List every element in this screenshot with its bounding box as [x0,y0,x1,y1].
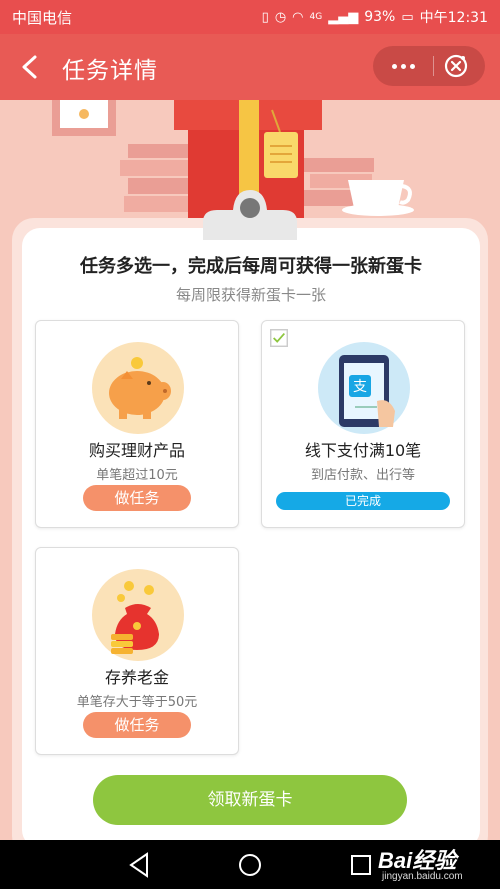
alipay-phone-icon: 支 [318,342,410,434]
money-bag-icon [92,569,184,661]
task-buy-wealth[interactable]: 购买理财产品 单笔超过10元 做任务 [35,320,239,528]
clock: 中午12:31 [419,10,488,26]
battery-percent: 93% [364,9,396,25]
status-bar: 中国电信 ▯ ◷ ◠ 4G ▂▄▆ 93% ▭ 中午12:31 [0,0,500,34]
baidu-jingyan-watermark: Bai经验 jingyan.baidu.com [378,843,463,882]
wifi-icon: ◠ [292,9,304,25]
back-icon[interactable] [18,54,42,80]
more-dots-icon[interactable] [373,46,433,86]
nav-home-icon[interactable] [238,853,262,877]
signal-icon: ▂▄▆ [328,9,359,25]
task-desc: 单笔超过10元 [96,468,178,483]
page-title: 任务详情 [62,58,158,84]
close-circle-icon[interactable] [443,53,469,79]
network-label: 4G [309,12,323,22]
vibrate-icon: ▯ [261,9,269,25]
task-title: 存养老金 [104,668,169,687]
battery-icon: ▭ [401,9,414,25]
nav-back-icon[interactable] [127,852,151,878]
task-title: 线下支付满10笔 [304,441,422,460]
completed-badge: 已完成 [276,492,450,510]
title-bar: 任务详情 [0,34,500,100]
task-desc: 到店付款、出行等 [310,468,415,483]
do-task-button[interactable]: 做任务 [83,485,191,511]
picture-frame-icon [52,100,116,136]
claim-egg-card-button[interactable]: 领取新蛋卡 [93,775,407,825]
task-desc: 单笔存大于等于50元 [76,695,198,710]
card-headline: 任务多选一，完成后每周可获得一张新蛋卡 [80,256,422,277]
capsule-divider [433,56,434,76]
task-pension[interactable]: 存养老金 单笔存大于等于50元 做任务 [35,547,239,755]
carrier-label: 中国电信 [12,8,73,27]
nav-recent-apps-icon[interactable] [350,854,372,876]
svg-text:支: 支 [353,379,367,395]
mini-app-capsule [373,46,485,86]
do-task-button[interactable]: 做任务 [83,712,191,738]
checkbox-checked-icon[interactable] [270,329,288,347]
books-icon [120,144,194,212]
alarm-icon: ◷ [274,9,287,25]
clipboard-clip-icon [203,190,297,240]
task-offline-pay[interactable]: 支 线下支付满10笔 到店付款、出行等 已完成 [261,320,465,528]
card-subline: 每周限获得新蛋卡一张 [175,286,326,304]
watermark-site: jingyan.baidu.com [382,871,463,882]
piggy-bank-icon [92,342,184,434]
task-title: 购买理财产品 [88,441,185,460]
status-indicators: ▯ ◷ ◠ 4G ▂▄▆ 93% ▭ 中午12:31 [262,7,488,27]
